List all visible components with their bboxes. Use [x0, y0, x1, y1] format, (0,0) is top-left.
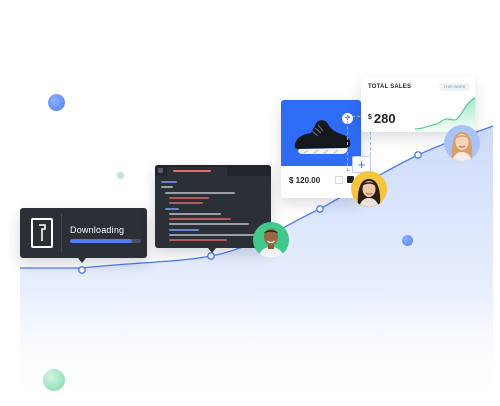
sales-amount: 280 — [373, 111, 396, 126]
editor-titlebar — [155, 165, 271, 176]
code-line — [169, 212, 221, 215]
avatar — [253, 222, 289, 258]
avatar — [351, 171, 387, 207]
download-card: Downloading — [20, 208, 147, 263]
line-marker — [78, 266, 86, 274]
download-progress-bar — [70, 239, 141, 243]
line-marker — [414, 151, 422, 159]
divider — [61, 214, 62, 252]
tooltip-pointer — [78, 258, 86, 263]
tooltip-pointer — [208, 248, 216, 253]
file-icon — [31, 218, 53, 248]
line-marker — [316, 205, 324, 213]
decorative-dot — [48, 94, 65, 111]
code-line — [169, 223, 249, 226]
sales-currency: $ — [368, 114, 372, 121]
decorative-dot — [402, 235, 413, 246]
download-label: Downloading — [70, 225, 125, 235]
code-line — [165, 207, 179, 210]
color-swatch-white[interactable] — [335, 176, 343, 184]
close-icon — [158, 168, 163, 173]
code-line — [169, 228, 199, 231]
avatar — [444, 125, 480, 161]
product-price: $ 120.00 — [289, 176, 321, 185]
decorative-dot — [43, 369, 65, 391]
code-line — [169, 196, 209, 199]
code-line — [169, 234, 259, 236]
editor-tab — [167, 167, 227, 176]
code-line — [169, 239, 227, 242]
line-marker — [207, 252, 215, 260]
code-line — [161, 186, 173, 189]
download-progress-fill — [70, 239, 133, 243]
total-sales-card: TOTAL SALES THIS WEEK $280 — [361, 77, 475, 132]
code-line — [169, 218, 231, 221]
code-line — [169, 202, 203, 205]
decorative-dot — [117, 172, 124, 179]
sales-value: $280 — [368, 111, 396, 126]
sales-title: TOTAL SALES — [368, 84, 412, 90]
code-line — [161, 181, 177, 183]
sales-range-badge[interactable]: THIS WEEK — [439, 83, 470, 91]
code-line — [165, 191, 235, 194]
